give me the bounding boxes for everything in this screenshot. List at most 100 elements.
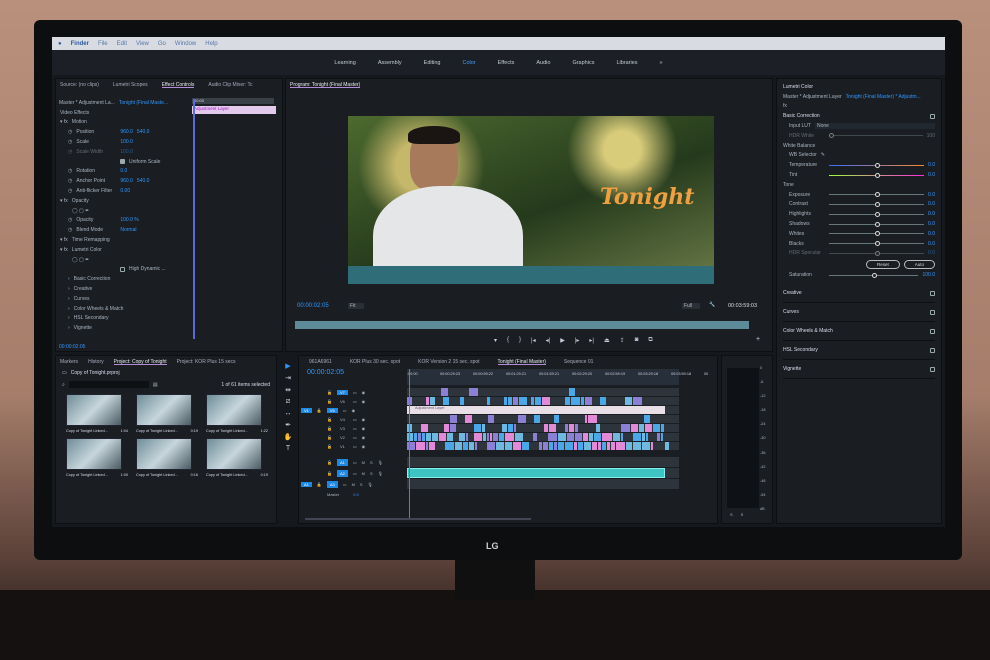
tone-slider[interactable] — [829, 250, 925, 256]
more-workspaces-button[interactable]: » — [660, 60, 663, 66]
video-clip[interactable] — [585, 397, 592, 405]
checkbox[interactable] — [120, 159, 125, 165]
stopwatch-icon[interactable]: ◷ — [68, 217, 72, 223]
section-checkbox[interactable] — [930, 309, 935, 315]
video-clip[interactable] — [426, 433, 432, 441]
solo-button[interactable]: S — [360, 482, 363, 487]
mask-tools-icon[interactable]: ◯ ▢ ✒ — [72, 208, 89, 214]
sync-icon[interactable]: ▭ — [353, 444, 357, 449]
video-clip[interactable] — [578, 442, 583, 450]
video-frame[interactable]: Tonight — [348, 116, 714, 284]
adjustment-layer-clip[interactable]: Adjustment Layer — [192, 106, 276, 114]
pen-tool-icon[interactable]: ✒ — [285, 421, 291, 429]
video-clip[interactable] — [548, 433, 558, 441]
video-clip[interactable] — [513, 397, 519, 405]
video-clip[interactable] — [508, 424, 513, 432]
stopwatch-icon[interactable]: ◷ — [68, 149, 72, 155]
slider-knob[interactable] — [874, 250, 880, 256]
video-clip[interactable] — [469, 442, 474, 450]
hand-tool-icon[interactable]: ✋ — [284, 433, 293, 441]
step-back-icon[interactable]: ◂| — [546, 337, 551, 344]
effect-value[interactable]: Normal — [120, 227, 136, 233]
lock-icon[interactable]: 🔓 — [327, 444, 332, 449]
effect-row[interactable]: ◷ Rotation 0.0 — [60, 167, 278, 177]
menu-view[interactable]: View — [136, 41, 149, 47]
slider-knob[interactable] — [874, 241, 880, 247]
video-clip[interactable] — [601, 433, 612, 441]
saturation-slider[interactable] — [829, 272, 919, 278]
video-clip[interactable] — [514, 433, 523, 441]
sync-icon[interactable]: ▭ — [353, 390, 357, 395]
video-clip[interactable] — [567, 433, 574, 441]
lumetri-section[interactable]: HSL Secondary — [783, 341, 935, 361]
microphone-icon[interactable]: 🎙 — [378, 460, 383, 465]
sync-icon[interactable]: ▭ — [353, 435, 357, 440]
video-clip[interactable] — [558, 433, 567, 441]
video-clip[interactable] — [490, 433, 493, 441]
video-clip[interactable] — [535, 397, 541, 405]
marker-icon[interactable]: ▾ — [494, 337, 497, 344]
source-patch-v1[interactable]: V1 — [301, 408, 312, 413]
chevron-right-icon[interactable]: › — [68, 276, 70, 282]
video-clip[interactable] — [447, 433, 454, 441]
project-item[interactable]: Copy of Tonight Linked... 0:19 — [136, 393, 198, 433]
effect-row[interactable]: › Curves — [60, 294, 278, 304]
video-clip[interactable] — [533, 433, 537, 441]
tab-markers[interactable]: Markers — [60, 359, 78, 365]
eye-icon[interactable]: ◉ — [362, 399, 366, 404]
slider-knob[interactable] — [874, 201, 880, 207]
ripple-edit-tool-icon[interactable]: ⇹ — [285, 386, 291, 394]
tone-slider[interactable] — [829, 231, 925, 237]
ec-timecode[interactable]: 00:00:02:05 — [59, 344, 85, 350]
mask-tools-icon[interactable]: ◯ ▢ ✒ — [72, 257, 89, 263]
workspace-graphics[interactable]: Graphics — [572, 60, 594, 66]
video-clip[interactable] — [455, 442, 463, 450]
workspace-audio[interactable]: Audio — [536, 60, 550, 66]
eye-icon[interactable]: ◉ — [352, 408, 356, 413]
effect-value[interactable]: 960.0 — [120, 178, 133, 184]
tab-project-copy-of-tonight[interactable]: Project: Copy of Tonight — [113, 359, 167, 365]
solo-button[interactable]: S — [370, 460, 373, 465]
video-clip[interactable] — [482, 433, 486, 441]
clip-thumbnail[interactable] — [206, 437, 262, 470]
microphone-icon[interactable]: 🎙 — [368, 482, 373, 487]
video-clip[interactable] — [425, 442, 428, 450]
video-clip[interactable] — [549, 442, 554, 450]
video-clip[interactable] — [429, 397, 436, 405]
slider-knob[interactable] — [874, 231, 880, 237]
basic-correction-checkbox[interactable] — [930, 113, 935, 119]
video-clip[interactable] — [641, 442, 650, 450]
video-clip[interactable] — [644, 415, 650, 423]
eyedropper-icon[interactable]: ✎ — [821, 152, 825, 158]
video-clip[interactable] — [486, 433, 490, 441]
lock-icon[interactable]: 🔓 — [327, 390, 332, 395]
video-clip[interactable] — [468, 388, 479, 396]
chevron-right-icon[interactable]: › — [68, 286, 70, 292]
wrench-icon[interactable]: 🔧 — [709, 302, 715, 308]
type-tool-icon[interactable]: T — [286, 445, 290, 452]
tone-value[interactable]: 0.0 — [928, 201, 935, 207]
microphone-icon[interactable]: 🎙 — [378, 471, 383, 476]
lift-icon[interactable]: ⏏ — [604, 337, 610, 344]
timeline-horizontal-scrollbar[interactable] — [305, 518, 531, 520]
chevron-right-icon[interactable]: › — [68, 306, 70, 312]
video-clip[interactable] — [513, 424, 517, 432]
video-clip[interactable] — [661, 424, 665, 432]
sequence-tab[interactable]: Sequence 01 — [564, 359, 593, 365]
hdr-white-value[interactable]: 100 — [927, 133, 935, 139]
clip-thumbnail[interactable] — [66, 393, 122, 426]
video-clip[interactable] — [474, 442, 477, 450]
workspace-assembly[interactable]: Assembly — [378, 60, 402, 66]
tab-source[interactable]: Source: (no clips) — [60, 82, 99, 88]
tint-slider[interactable] — [829, 172, 925, 178]
video-clip[interactable] — [517, 415, 527, 423]
video-clip[interactable] — [593, 433, 601, 441]
video-clip[interactable] — [607, 442, 610, 450]
tab-history[interactable]: History — [88, 359, 104, 365]
section-checkbox[interactable] — [930, 347, 935, 353]
video-clip[interactable] — [554, 415, 560, 423]
stopwatch-icon[interactable]: ◷ — [68, 129, 72, 135]
video-clip[interactable] — [549, 424, 556, 432]
track-label[interactable]: V3 — [337, 426, 348, 431]
chevron-right-icon[interactable]: › — [68, 315, 70, 321]
